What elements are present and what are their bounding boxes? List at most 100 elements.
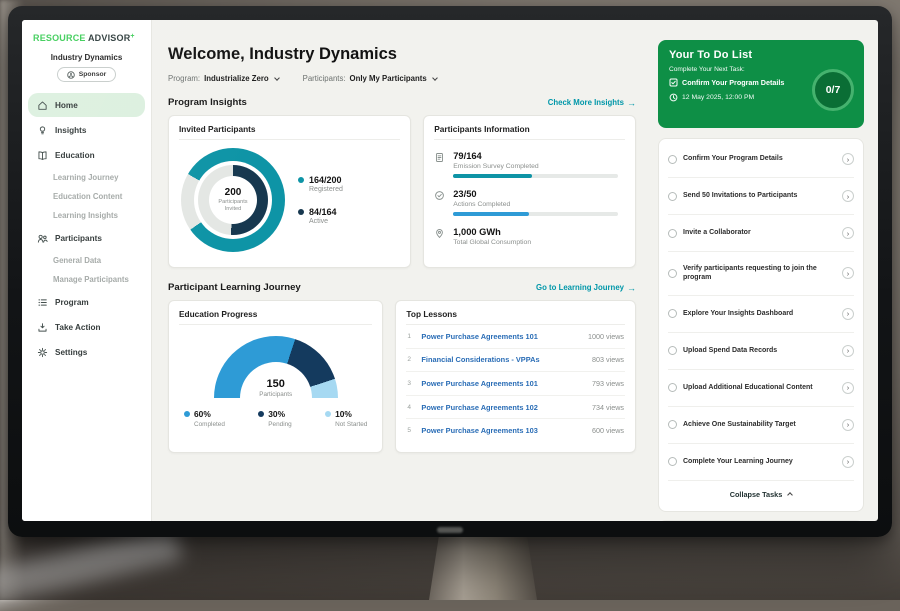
legend-dot-not-started <box>325 411 331 417</box>
legend-dot-pending <box>258 411 264 417</box>
participants-filter-value: Only My Participants <box>350 74 427 83</box>
legend-not-started: 10% Not Started <box>325 409 367 428</box>
survey-document-icon <box>434 152 445 178</box>
task-checkbox[interactable] <box>668 155 677 164</box>
sidebar-item-general-data[interactable]: General Data <box>22 251 151 270</box>
monitor: RESOURCE ADVISOR+ Industry Dynamics Spon… <box>8 6 892 537</box>
task-checkbox[interactable] <box>668 309 677 318</box>
invited-donut-chart: 200 Participants Invited <box>179 140 400 252</box>
monitor-stand <box>429 537 537 600</box>
sidebar-item-insights[interactable]: Insights <box>28 118 145 142</box>
task-row-achieve-sustainability-target[interactable]: Achieve One Sustainability Target › <box>668 407 854 444</box>
task-checkbox[interactable] <box>668 346 677 355</box>
task-checkbox[interactable] <box>668 420 677 429</box>
checklist-icon <box>669 78 678 87</box>
chevron-right-icon[interactable]: › <box>842 456 854 468</box>
task-row-verify-participants[interactable]: Verify participants requesting to join t… <box>668 252 854 296</box>
legend-dot-completed <box>184 411 190 417</box>
app-logo: RESOURCE ADVISOR+ <box>22 33 151 43</box>
task-checkbox[interactable] <box>668 269 677 278</box>
learning-journey-cards: Education Progress 150 Participants 60 <box>168 300 636 453</box>
todo-progress-badge: 0/7 <box>812 69 854 111</box>
lesson-row: 3 Power Purchase Agreements 101 793 view… <box>406 372 625 396</box>
actions-completed-progress-bar <box>453 212 618 216</box>
check-circle-icon <box>434 190 445 216</box>
participants-information-card: Participants Information 79/164 Emission… <box>423 115 636 268</box>
participants-information-card-title: Participants Information <box>434 124 625 140</box>
lesson-row: 4 Power Purchase Agreements 102 734 view… <box>406 396 625 420</box>
sidebar-item-learning-insights[interactable]: Learning Insights <box>22 206 151 225</box>
sidebar-item-manage-participants[interactable]: Manage Participants <box>22 270 151 289</box>
chevron-right-icon[interactable]: › <box>842 227 854 239</box>
sponsor-badge[interactable]: Sponsor <box>57 67 117 82</box>
todo-tasks-card: Confirm Your Program Details › Send 50 I… <box>658 138 864 512</box>
lesson-link[interactable]: Financial Considerations - VPPAs <box>421 355 585 364</box>
program-filter-label: Program: <box>168 74 200 83</box>
sidebar-item-education-content[interactable]: Education Content <box>22 187 151 206</box>
download-icon <box>37 322 48 333</box>
program-insights-header: Program Insights Check More Insights → <box>168 97 636 108</box>
legend-completed: 60% Completed <box>184 409 225 428</box>
lesson-link[interactable]: Power Purchase Agreements 103 <box>421 426 585 435</box>
task-checkbox[interactable] <box>668 192 677 201</box>
task-checkbox[interactable] <box>668 383 677 392</box>
sidebar-nav: Home Insights Education Learn <box>22 93 151 364</box>
gear-icon <box>37 347 48 358</box>
sidebar-item-participants[interactable]: Participants <box>28 226 145 250</box>
todo-title: Your To Do List <box>669 49 853 61</box>
task-row-explore-insights[interactable]: Explore Your Insights Dashboard › <box>668 296 854 333</box>
lesson-link[interactable]: Power Purchase Agreements 102 <box>421 403 585 412</box>
lesson-link[interactable]: Power Purchase Agreements 101 <box>421 332 581 341</box>
invited-donut-legend: 164/200 Registered 84/164 Active <box>298 175 343 225</box>
sidebar-item-program[interactable]: Program <box>28 290 145 314</box>
home-icon <box>37 100 48 111</box>
education-progress-card: Education Progress 150 Participants 60 <box>168 300 383 453</box>
program-filter-dropdown[interactable]: Program: Industrialize Zero <box>168 74 279 83</box>
dashboard-screen: RESOURCE ADVISOR+ Industry Dynamics Spon… <box>22 20 878 521</box>
sidebar-item-settings[interactable]: Settings <box>28 340 145 364</box>
chevron-right-icon[interactable]: › <box>842 382 854 394</box>
task-checkbox[interactable] <box>668 229 677 238</box>
lesson-row: 5 Power Purchase Agreements 103 600 view… <box>406 419 625 442</box>
chevron-right-icon[interactable]: › <box>842 267 854 279</box>
logo-plus: + <box>130 33 134 40</box>
sidebar-item-take-action[interactable]: Take Action <box>28 315 145 339</box>
collapse-tasks-link[interactable]: Collapse Tasks <box>668 480 854 509</box>
lesson-row: 1 Power Purchase Agreements 101 1000 vie… <box>406 325 625 349</box>
chevron-right-icon[interactable]: › <box>842 345 854 357</box>
chevron-right-icon[interactable]: › <box>842 419 854 431</box>
task-row-complete-learning-journey[interactable]: Complete Your Learning Journey › <box>668 444 854 480</box>
program-filter-value: Industrialize Zero <box>204 74 269 83</box>
chevron-right-icon[interactable]: › <box>842 308 854 320</box>
sidebar-item-education[interactable]: Education <box>28 143 145 167</box>
chevron-right-icon[interactable]: › <box>842 190 854 202</box>
chevron-right-icon[interactable]: › <box>842 153 854 165</box>
program-insights-title: Program Insights <box>168 97 247 108</box>
page-title: Welcome, Industry Dynamics <box>168 45 636 64</box>
emission-survey-progress-bar <box>453 174 618 178</box>
legend-active: 84/164 Active <box>298 207 343 225</box>
sidebar-item-learning-journey[interactable]: Learning Journey <box>22 168 151 187</box>
org-name: Industry Dynamics <box>22 53 151 62</box>
participants-filter-dropdown[interactable]: Participants: Only My Participants <box>303 74 437 83</box>
task-row-confirm-program-details[interactable]: Confirm Your Program Details › <box>668 141 854 178</box>
education-gauge-center: 150 Participants <box>214 378 338 398</box>
check-more-insights-link[interactable]: Check More Insights → <box>548 98 636 108</box>
task-row-invite-collaborator[interactable]: Invite a Collaborator › <box>668 215 854 252</box>
chevron-down-icon <box>432 75 438 81</box>
book-icon <box>37 150 48 161</box>
location-pin-icon <box>434 228 445 246</box>
task-row-upload-spend-data[interactable]: Upload Spend Data Records › <box>668 333 854 370</box>
sidebar-item-home[interactable]: Home <box>28 93 145 117</box>
program-insights-cards: Invited Participants 200 Participants In… <box>168 115 636 268</box>
go-to-learning-journey-link[interactable]: Go to Learning Journey → <box>536 283 636 293</box>
lesson-link[interactable]: Power Purchase Agreements 101 <box>421 379 585 388</box>
task-checkbox[interactable] <box>668 457 677 466</box>
invited-participants-card-title: Invited Participants <box>179 124 400 140</box>
clock-icon <box>669 93 678 102</box>
main-content: Welcome, Industry Dynamics Program: Indu… <box>152 20 650 521</box>
background-scene: RESOURCE ADVISOR+ Industry Dynamics Spon… <box>0 0 900 600</box>
legend-pending: 30% Pending <box>258 409 291 428</box>
task-row-upload-educational-content[interactable]: Upload Additional Educational Content › <box>668 370 854 407</box>
task-row-send-invitations[interactable]: Send 50 Invitations to Participants › <box>668 178 854 215</box>
